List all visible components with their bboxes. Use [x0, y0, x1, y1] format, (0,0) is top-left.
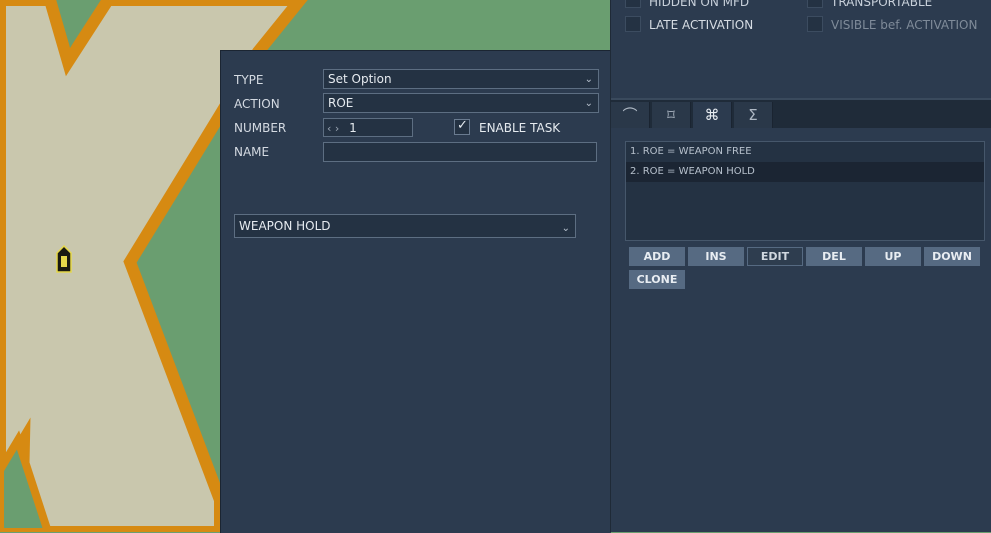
- list-item-selected[interactable]: 2. ROE = WEAPON HOLD: [626, 162, 984, 182]
- tab-sigma[interactable]: Σ: [734, 102, 773, 128]
- edit-button[interactable]: EDIT: [747, 247, 803, 266]
- target-icon: ⌑: [667, 106, 675, 124]
- type-select[interactable]: Set Option ⌄: [323, 69, 599, 89]
- delete-button[interactable]: DEL: [806, 247, 862, 266]
- option-select[interactable]: WEAPON HOLD ⌄: [234, 214, 576, 238]
- command-icon: ⌘: [704, 106, 720, 124]
- number-value: 1: [349, 121, 357, 135]
- late-activation-checkbox[interactable]: [625, 16, 641, 32]
- task-list: 1. ROE = WEAPON FREE 2. ROE = WEAPON HOL…: [625, 141, 985, 241]
- tab-target[interactable]: ⌑: [652, 102, 691, 128]
- name-input[interactable]: [323, 142, 597, 162]
- option-value: WEAPON HOLD: [239, 219, 331, 233]
- visible-before-activation-checkbox[interactable]: [807, 16, 823, 32]
- enable-task-label: ENABLE TASK: [479, 121, 561, 135]
- list-item[interactable]: 1. ROE = WEAPON FREE: [626, 142, 984, 162]
- type-label: TYPE: [234, 73, 264, 87]
- action-label: ACTION: [234, 97, 280, 111]
- add-button[interactable]: ADD: [629, 247, 685, 266]
- chevron-down-icon: ⌄: [561, 223, 570, 234]
- number-label: NUMBER: [234, 121, 287, 135]
- action-value: ROE: [328, 96, 354, 110]
- stepper-arrows-icon[interactable]: ‹ ›: [327, 122, 339, 135]
- late-activation-label: LATE ACTIVATION: [649, 18, 754, 32]
- type-value: Set Option: [328, 72, 392, 86]
- transportable-checkbox[interactable]: [807, 0, 823, 8]
- hidden-on-mfd-label: HIDDEN ON MFD: [649, 0, 750, 9]
- chevron-down-icon: ⌄: [584, 74, 593, 85]
- sigma-icon: Σ: [748, 106, 758, 124]
- task-editor-panel: TYPE Set Option ⌄ ACTION ROE ⌄ NUMBER ‹ …: [220, 50, 611, 533]
- transportable-label: TRANSPORTABLE: [831, 0, 933, 9]
- tab-route[interactable]: ⌒: [611, 102, 650, 128]
- number-stepper[interactable]: ‹ › 1: [323, 118, 413, 137]
- enable-task-checkbox[interactable]: ✓: [454, 118, 470, 135]
- down-button[interactable]: DOWN: [924, 247, 980, 266]
- action-select[interactable]: ROE ⌄: [323, 93, 599, 113]
- hidden-on-mfd-checkbox[interactable]: [625, 0, 641, 8]
- visible-before-activation-label: VISIBLE bef. ACTIVATION: [831, 18, 978, 32]
- tab-bar: ⌒ ⌑ ⌘ Σ: [611, 100, 991, 128]
- checkmark-icon: ✓: [457, 118, 468, 133]
- tab-command[interactable]: ⌘: [693, 102, 732, 128]
- clone-button[interactable]: CLONE: [629, 270, 685, 289]
- unit-properties-panel: HIDDEN ON MFD TRANSPORTABLE LATE ACTIVAT…: [610, 0, 991, 532]
- name-label: NAME: [234, 145, 270, 159]
- chevron-down-icon: ⌄: [584, 98, 593, 109]
- insert-button[interactable]: INS: [688, 247, 744, 266]
- up-button[interactable]: UP: [865, 247, 921, 266]
- route-icon: ⌒: [622, 106, 638, 124]
- unit-marker-icon[interactable]: [56, 244, 72, 273]
